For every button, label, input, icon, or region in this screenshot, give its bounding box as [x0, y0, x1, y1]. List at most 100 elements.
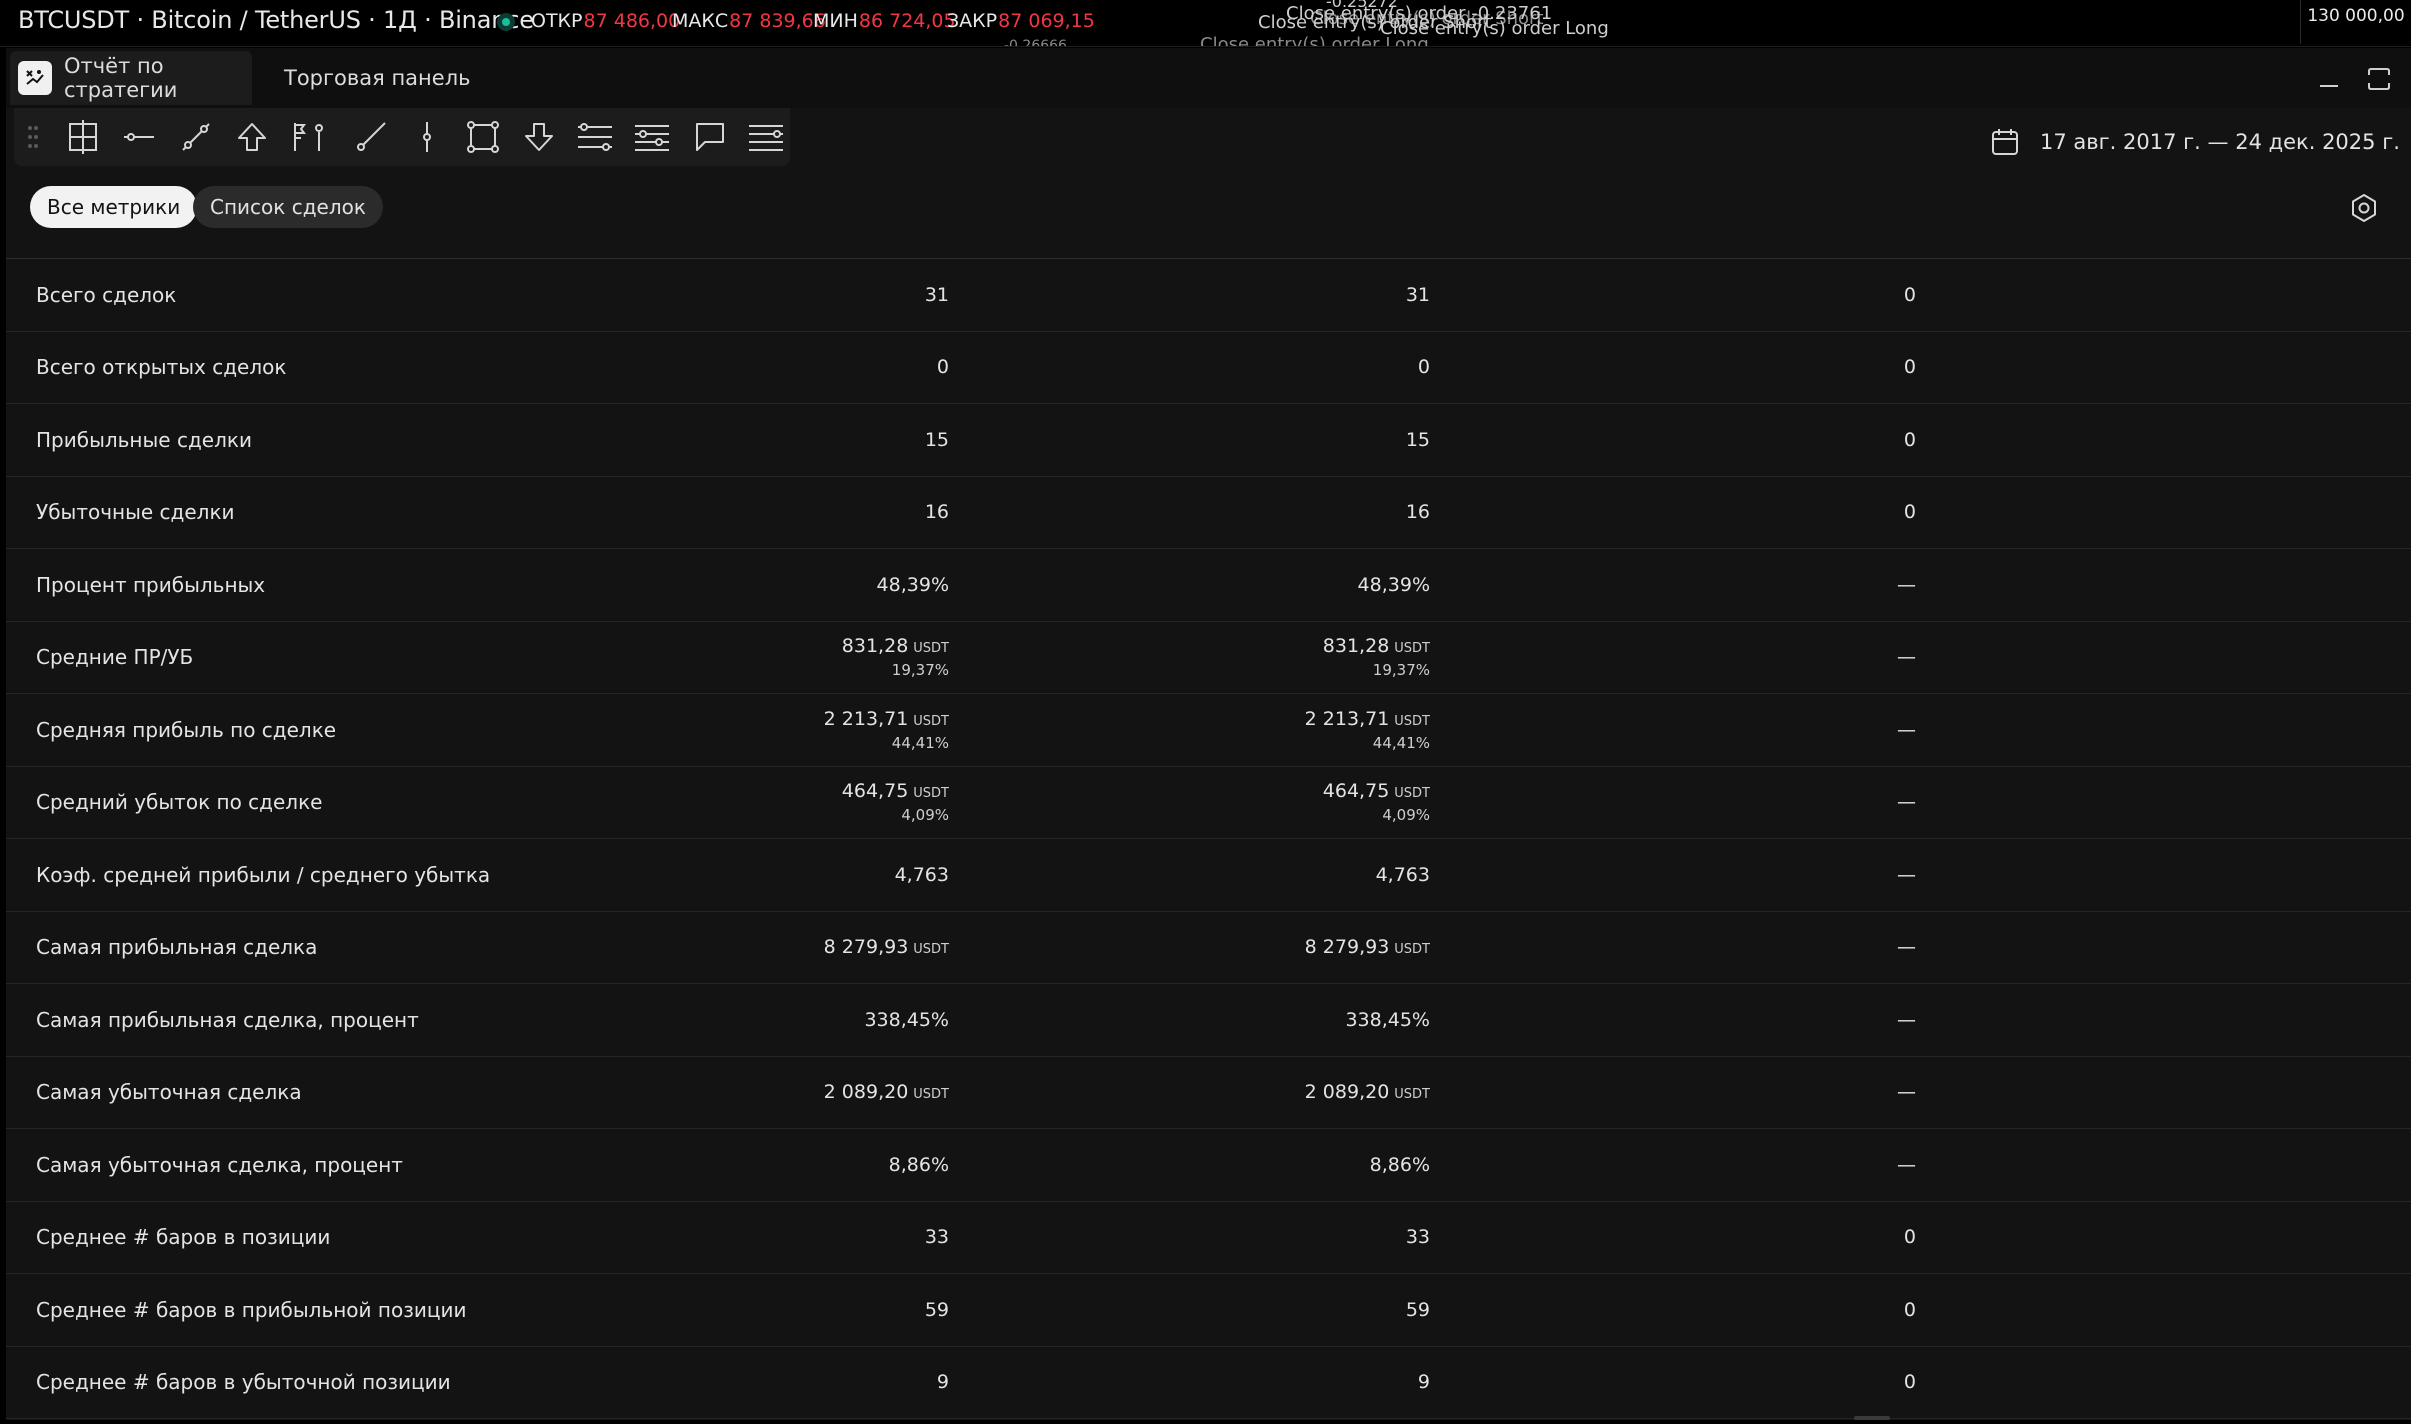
value-amount: 59 — [924, 1298, 949, 1321]
arrow-up-tool[interactable] — [232, 117, 272, 157]
chart-annotation: Close entry(s) order Long — [1200, 34, 1429, 47]
value-main-line: 8,86% — [889, 1154, 949, 1176]
metric-value-all: 48,39% — [649, 549, 949, 621]
value-main-line: 464,75 USDT — [1323, 780, 1430, 802]
arrow-down-icon — [525, 123, 553, 151]
drag-handle-icon[interactable] — [26, 123, 40, 151]
table-row: Самая убыточная сделка, процент 8,86% 8,86… — [6, 1129, 2411, 1202]
metric-value-short: — — [1616, 694, 1916, 766]
panel-tabs: Отчёт по стратегии Торговая панель — [6, 48, 2411, 108]
metric-value-all: 8 279,93 USDT — [649, 912, 949, 984]
value-amount: 338,45% — [864, 1008, 949, 1031]
value-percent: 4,09% — [901, 806, 949, 825]
value-amount: 0 — [1417, 356, 1430, 379]
ohlc-low: МИН86 724,05 — [813, 10, 956, 32]
value-main-line: 0 — [1904, 501, 1916, 523]
fib-extension-tool[interactable] — [632, 117, 672, 157]
value-main-line: 0 — [1904, 356, 1916, 378]
value-main-line: 0 — [1904, 429, 1916, 451]
value-main-line: 16 — [925, 501, 949, 523]
table-row: Средние ПР/УБ 831,28 USDT 19,37% 831,28 USDT 1… — [6, 622, 2411, 694]
metric-value-short: — — [1616, 622, 1916, 694]
table-row: Процент прибыльных 48,39% 48,39% — — [6, 549, 2411, 622]
settings-button[interactable] — [2344, 188, 2384, 228]
horizontal-line-tool[interactable] — [119, 117, 159, 157]
horizontal-scrollbar[interactable] — [1854, 1416, 1890, 1420]
tab-strategy-report[interactable]: Отчёт по стратегии — [10, 51, 252, 105]
strategy-tester-panel: Отчёт по стратегии Торговая панель 17 ав… — [6, 48, 2411, 1420]
value-main-line: 15 — [925, 429, 949, 451]
table-row: Самая прибыльная сделка 8 279,93 USDT 8 279… — [6, 912, 2411, 984]
more-tools-button[interactable] — [746, 117, 786, 157]
metric-value-long: 48,39% — [1130, 549, 1430, 621]
value-percent: 4,09% — [1382, 806, 1430, 825]
value-amount: 4,763 — [894, 863, 949, 886]
value-main-line: 31 — [1406, 284, 1430, 306]
metric-value-short: — — [1616, 912, 1916, 984]
metric-value-all: 338,45% — [649, 984, 949, 1056]
metric-value-short: 0 — [1616, 259, 1916, 331]
value-amount: 464,75 — [841, 780, 909, 803]
value-main-line: 2 089,20 USDT — [1305, 1081, 1430, 1103]
table-row: Средняя прибыль по сделке 2 213,71 USDT 44,… — [6, 694, 2411, 767]
metric-value-all: 31 — [649, 259, 949, 331]
ray-tool[interactable] — [351, 117, 391, 157]
value-unit: USDT — [1394, 942, 1430, 958]
ohlc-key: ЗАКР — [947, 10, 998, 32]
maximize-icon — [2368, 68, 2390, 90]
metric-label: Убыточные сделки — [36, 500, 235, 525]
metric-label: Прибыльные сделки — [36, 427, 252, 452]
value-main-line: — — [1897, 864, 1916, 886]
metric-value-long: 831,28 USDT 19,37% — [1130, 622, 1430, 694]
metric-value-all: 33 — [649, 1202, 949, 1274]
value-main-line: 48,39% — [877, 574, 949, 596]
table-row: Среднее # баров в убыточной позиции 9 9 0 — [6, 1347, 2411, 1419]
fib-extension-icon — [635, 125, 669, 151]
value-unit: USDT — [913, 942, 949, 958]
metric-value-all: 0 — [649, 332, 949, 404]
filter-all-metrics[interactable]: Все метрики — [30, 186, 198, 228]
fib-retracement-tool[interactable] — [575, 117, 615, 157]
value-main-line: — — [1897, 1154, 1916, 1176]
horizontal-line-icon — [124, 133, 154, 141]
value-main-line: 9 — [937, 1371, 949, 1393]
value-amount: 0 — [1903, 1226, 1916, 1249]
metric-label: Среднее # баров в убыточной позиции — [36, 1370, 451, 1395]
arrow-down-tool[interactable] — [519, 117, 559, 157]
ohlc-key: ОТКР — [531, 10, 583, 32]
filter-trades-list[interactable]: Список сделок — [193, 186, 383, 228]
metric-label: Самая прибыльная сделка, процент — [36, 1007, 419, 1032]
crosshair-tool[interactable] — [63, 117, 103, 157]
value-main-line: 31 — [925, 284, 949, 306]
metric-value-short: 0 — [1616, 1347, 1916, 1419]
value-amount: 31 — [924, 283, 949, 306]
value-amount: 33 — [924, 1226, 949, 1249]
value-amount: 59 — [1405, 1298, 1430, 1321]
value-amount: 0 — [936, 356, 949, 379]
metric-value-long: 2 089,20 USDT — [1130, 1057, 1430, 1129]
value-amount: 0 — [1903, 428, 1916, 451]
value-amount: 8 279,93 — [1304, 936, 1390, 959]
metric-label: Всего открытых сделок — [36, 355, 287, 380]
callout-icon — [696, 123, 724, 151]
metric-value-all: 15 — [649, 404, 949, 476]
position-marker-tool[interactable] — [288, 117, 328, 157]
minimize-button[interactable] — [2312, 62, 2346, 96]
value-main-line: 59 — [925, 1299, 949, 1321]
value-main-line: 9 — [1418, 1371, 1430, 1393]
value-main-line: — — [1897, 936, 1916, 958]
rectangle-icon — [467, 121, 499, 153]
trend-line-tool[interactable] — [176, 117, 216, 157]
metric-value-short: — — [1616, 767, 1916, 839]
table-row: Среднее # баров в позиции 33 33 0 — [6, 1202, 2411, 1274]
maximize-button[interactable] — [2362, 62, 2396, 96]
symbol-title[interactable]: BTCUSDT · Bitcoin / TetherUS · 1Д · Bina… — [18, 6, 534, 34]
date-range-selector[interactable]: 17 авг. 2017 г. — 24 дек. 2025 г. — [1990, 120, 2411, 164]
metric-value-all: 16 — [649, 477, 949, 549]
vertical-line-tool[interactable] — [407, 117, 447, 157]
minimize-icon — [2320, 85, 2338, 87]
rectangle-tool[interactable] — [463, 117, 503, 157]
value-amount: 15 — [1405, 428, 1430, 451]
callout-tool[interactable] — [690, 117, 730, 157]
tab-trading-panel[interactable]: Торговая панель — [284, 51, 471, 105]
